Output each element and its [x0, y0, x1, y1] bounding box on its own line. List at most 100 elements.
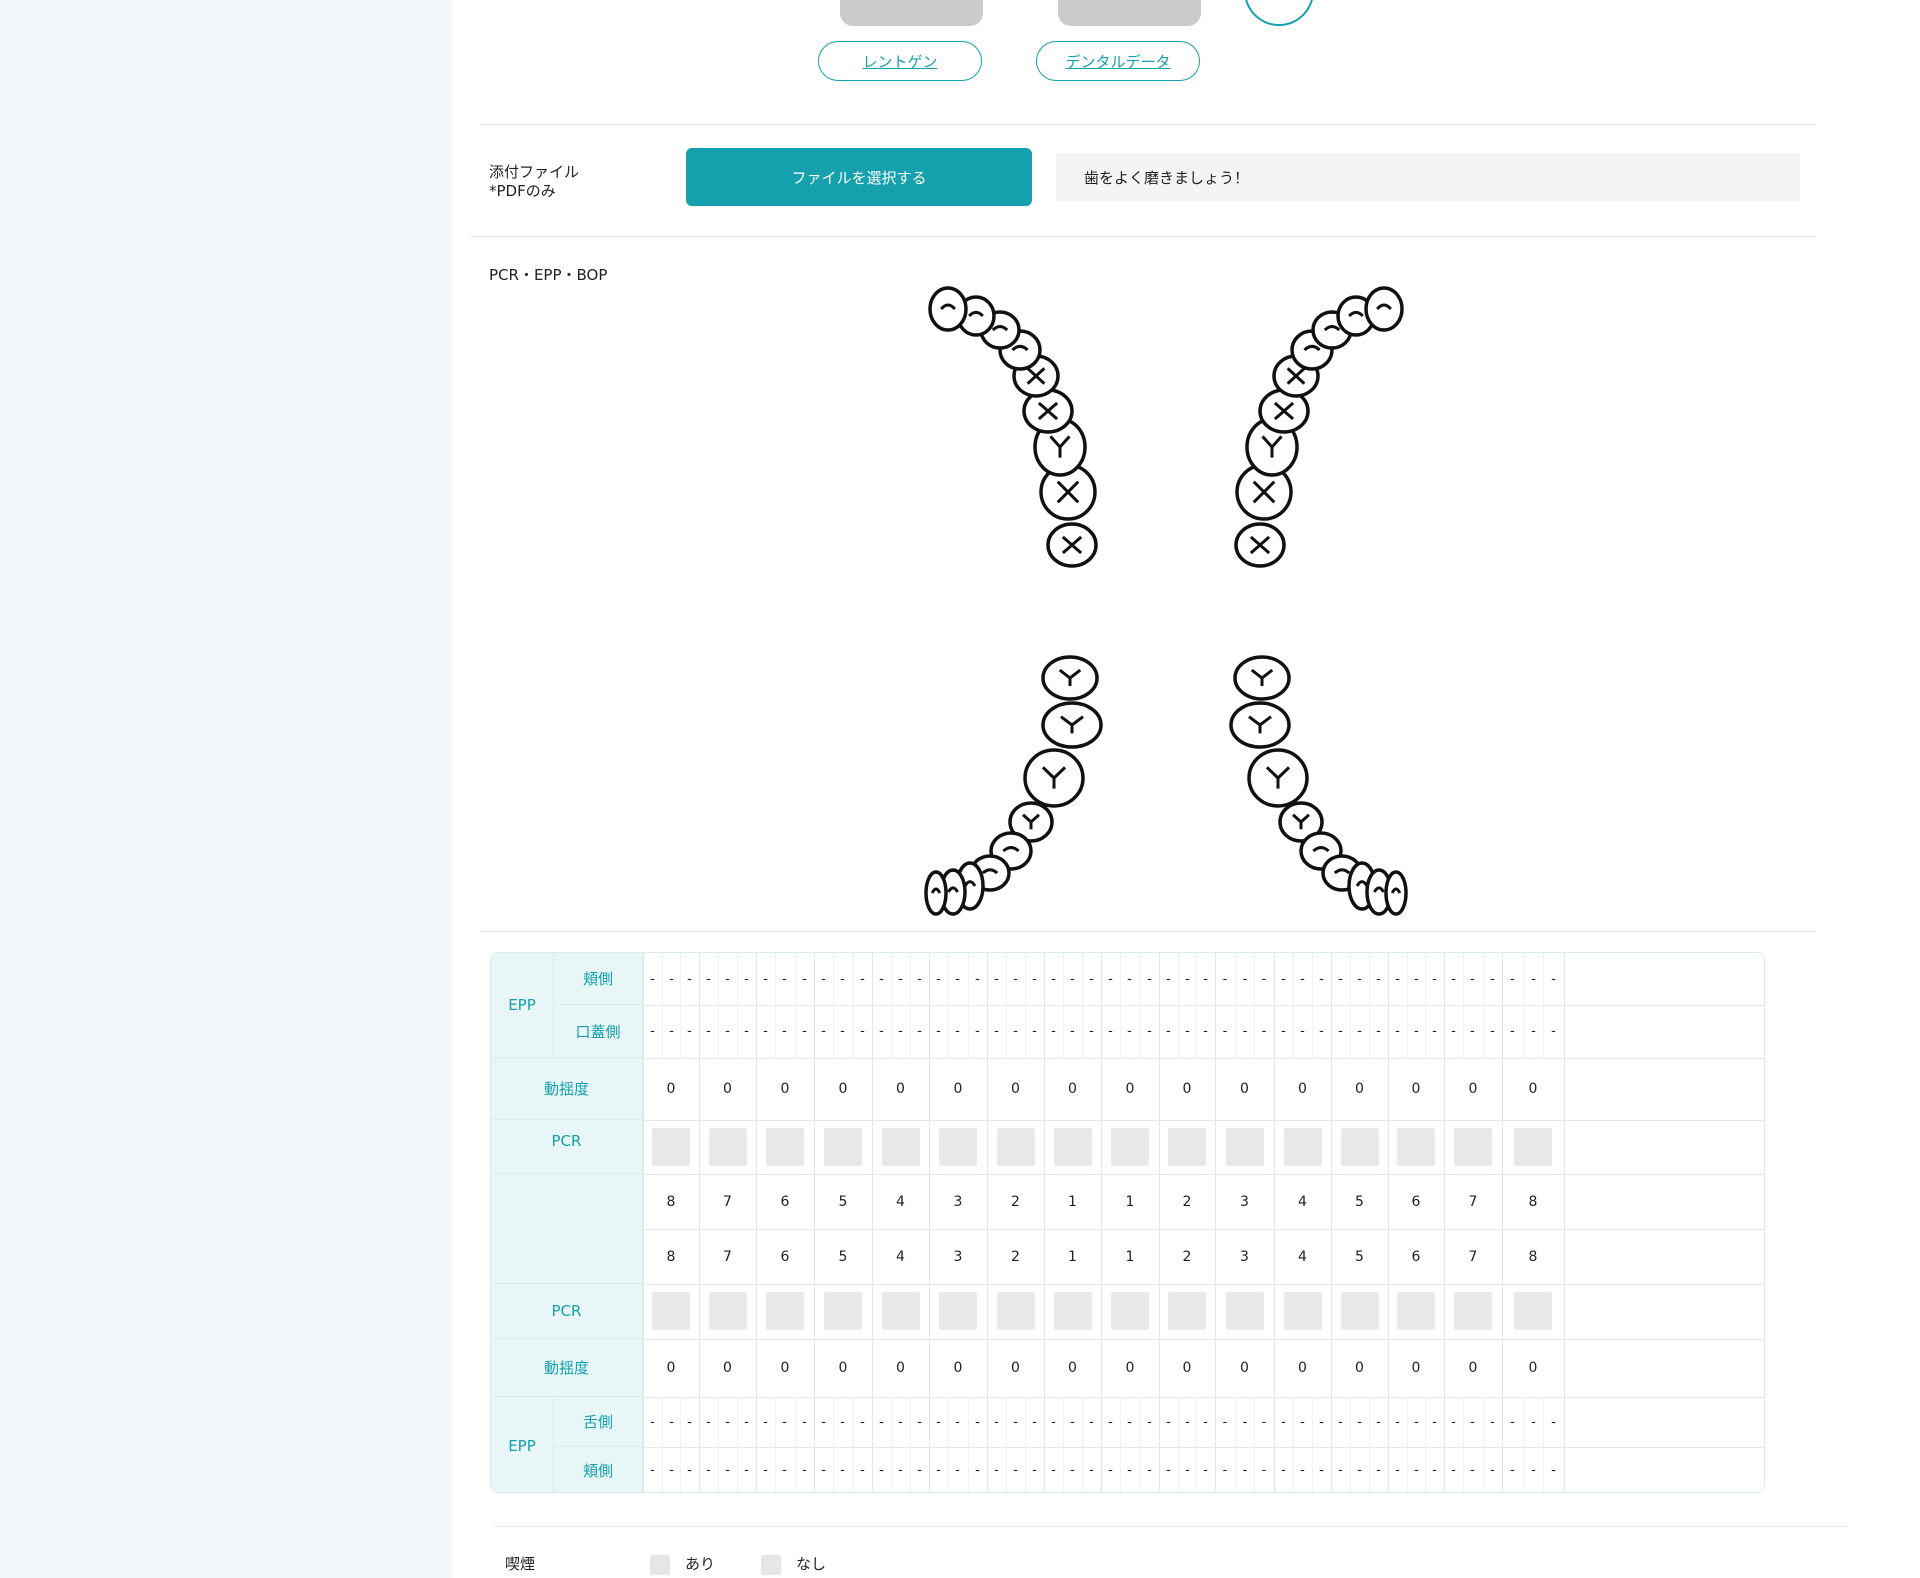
lower-mobility-value[interactable]: 0	[1444, 1339, 1502, 1397]
upper-buccal-epp[interactable]: -	[1196, 953, 1215, 1005]
upper-palatal-epp[interactable]: -	[1082, 1005, 1101, 1058]
upper-palatal-epp[interactable]: -	[718, 1005, 737, 1058]
upper-buccal-epp[interactable]: -	[1425, 953, 1444, 1005]
lower-lingual-epp[interactable]: -	[1044, 1397, 1063, 1447]
lower-mobility-value[interactable]: 0	[1215, 1339, 1274, 1397]
upper-buccal-epp[interactable]: -	[718, 953, 737, 1005]
upper-mobility-value[interactable]: 0	[699, 1058, 756, 1120]
upper-buccal-epp[interactable]: -	[968, 953, 987, 1005]
lower-buccal-epp[interactable]: -	[853, 1447, 872, 1492]
lower-buccal-epp[interactable]: -	[872, 1447, 891, 1492]
lower-buccal-epp[interactable]: -	[718, 1447, 737, 1492]
upper-buccal-epp[interactable]: -	[1293, 953, 1312, 1005]
upper-palatal-epp[interactable]: -	[948, 1005, 967, 1058]
upper-mobility-value[interactable]: 0	[872, 1058, 929, 1120]
lower-buccal-epp[interactable]: -	[1178, 1447, 1197, 1492]
upper-palatal-epp[interactable]: -	[1235, 1005, 1255, 1058]
lower-tooth-right[interactable]	[1023, 748, 1085, 808]
upper-mobility-value[interactable]: 0	[1215, 1058, 1274, 1120]
lower-buccal-epp[interactable]: -	[987, 1447, 1006, 1492]
lower-buccal-epp[interactable]: -	[1025, 1447, 1044, 1492]
lower-mobility-value[interactable]: 0	[929, 1339, 987, 1397]
lower-lingual-epp[interactable]: -	[1407, 1397, 1426, 1447]
upper-buccal-epp[interactable]: -	[699, 953, 718, 1005]
upper-pcr-box[interactable]	[1168, 1128, 1206, 1166]
lower-pcr-box[interactable]	[1054, 1292, 1092, 1330]
upper-pcr-box[interactable]	[1054, 1128, 1092, 1166]
lower-lingual-epp[interactable]: -	[1178, 1397, 1197, 1447]
lower-buccal-epp[interactable]: -	[833, 1447, 852, 1492]
upper-buccal-epp[interactable]: -	[1082, 953, 1101, 1005]
lower-buccal-epp[interactable]: -	[948, 1447, 967, 1492]
lower-lingual-epp[interactable]: -	[1388, 1397, 1407, 1447]
lower-lingual-epp[interactable]: -	[1463, 1397, 1482, 1447]
upper-buccal-epp[interactable]: -	[872, 953, 891, 1005]
upper-palatal-epp[interactable]: -	[1140, 1005, 1159, 1058]
lower-tooth-right[interactable]	[1041, 701, 1103, 749]
lower-pcr-box[interactable]	[1111, 1292, 1149, 1330]
upper-mobility-value[interactable]: 0	[756, 1058, 814, 1120]
lower-mobility-value[interactable]: 0	[1331, 1339, 1388, 1397]
upper-pcr-box[interactable]	[652, 1128, 690, 1166]
lower-buccal-epp[interactable]: -	[910, 1447, 929, 1492]
lower-lingual-epp[interactable]: -	[1235, 1397, 1255, 1447]
upper-palatal-epp[interactable]: -	[699, 1005, 718, 1058]
upper-palatal-epp[interactable]: -	[1350, 1005, 1369, 1058]
upper-buccal-epp[interactable]: -	[1543, 953, 1564, 1005]
upper-mobility-value[interactable]: 0	[643, 1058, 699, 1120]
upper-palatal-epp[interactable]: -	[1120, 1005, 1139, 1058]
upper-palatal-epp[interactable]: -	[775, 1005, 794, 1058]
upper-tooth-left[interactable]	[1364, 286, 1404, 332]
upper-pcr-box[interactable]	[997, 1128, 1035, 1166]
lower-lingual-epp[interactable]: -	[1523, 1397, 1544, 1447]
upper-palatal-epp[interactable]: -	[662, 1005, 681, 1058]
lower-pcr-box[interactable]	[1397, 1292, 1435, 1330]
upper-palatal-epp[interactable]: -	[1196, 1005, 1215, 1058]
upper-buccal-epp[interactable]: -	[643, 953, 662, 1005]
lower-lingual-epp[interactable]: -	[814, 1397, 833, 1447]
upper-palatal-epp[interactable]: -	[1369, 1005, 1388, 1058]
lower-lingual-epp[interactable]: -	[987, 1397, 1006, 1447]
upper-buccal-epp[interactable]: -	[1120, 953, 1139, 1005]
upper-buccal-epp[interactable]: -	[1101, 953, 1120, 1005]
lower-lingual-epp[interactable]: -	[948, 1397, 967, 1447]
upper-palatal-epp[interactable]: -	[1312, 1005, 1331, 1058]
upper-tooth-left[interactable]	[1234, 522, 1286, 568]
upper-buccal-epp[interactable]: -	[1159, 953, 1178, 1005]
upper-buccal-epp[interactable]: -	[1523, 953, 1544, 1005]
dental-arch-diagram[interactable]	[452, 0, 1920, 940]
lower-pcr-box[interactable]	[1341, 1292, 1379, 1330]
upper-buccal-epp[interactable]: -	[1235, 953, 1255, 1005]
lower-mobility-value[interactable]: 0	[1044, 1339, 1101, 1397]
lower-buccal-epp[interactable]: -	[699, 1447, 718, 1492]
lower-lingual-epp[interactable]: -	[1444, 1397, 1463, 1447]
upper-pcr-box[interactable]	[1397, 1128, 1435, 1166]
lower-pcr-box[interactable]	[766, 1292, 804, 1330]
lower-mobility-value[interactable]: 0	[1159, 1339, 1215, 1397]
upper-palatal-epp[interactable]: -	[1215, 1005, 1235, 1058]
upper-pcr-box[interactable]	[1226, 1128, 1264, 1166]
upper-pcr-box[interactable]	[1341, 1128, 1379, 1166]
lower-buccal-epp[interactable]: -	[1350, 1447, 1369, 1492]
upper-buccal-epp[interactable]: -	[1483, 953, 1502, 1005]
upper-mobility-value[interactable]: 0	[1388, 1058, 1444, 1120]
lower-buccal-epp[interactable]: -	[662, 1447, 681, 1492]
lower-mobility-value[interactable]: 0	[814, 1339, 872, 1397]
upper-palatal-epp[interactable]: -	[1425, 1005, 1444, 1058]
lower-buccal-epp[interactable]: -	[1196, 1447, 1215, 1492]
lower-pcr-box[interactable]	[997, 1292, 1035, 1330]
upper-palatal-epp[interactable]: -	[968, 1005, 987, 1058]
upper-buccal-epp[interactable]: -	[795, 953, 814, 1005]
upper-palatal-epp[interactable]: -	[814, 1005, 833, 1058]
lower-pcr-box[interactable]	[709, 1292, 747, 1330]
lower-lingual-epp[interactable]: -	[1082, 1397, 1101, 1447]
upper-palatal-epp[interactable]: -	[1006, 1005, 1025, 1058]
smoking-yes-checkbox[interactable]	[650, 1555, 670, 1575]
upper-palatal-epp[interactable]: -	[987, 1005, 1006, 1058]
upper-buccal-epp[interactable]: -	[1388, 953, 1407, 1005]
lower-buccal-epp[interactable]: -	[1082, 1447, 1101, 1492]
upper-pcr-box[interactable]	[709, 1128, 747, 1166]
upper-palatal-epp[interactable]: -	[929, 1005, 948, 1058]
upper-buccal-epp[interactable]: -	[929, 953, 948, 1005]
lower-buccal-epp[interactable]: -	[968, 1447, 987, 1492]
